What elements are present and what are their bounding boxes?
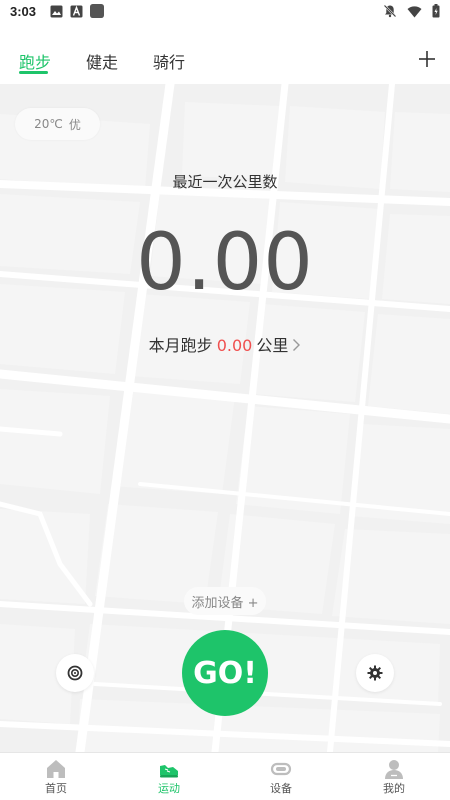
- tab-walking[interactable]: 健走: [86, 49, 118, 73]
- tab-cycling[interactable]: 骑行: [153, 49, 185, 73]
- font-icon: [70, 5, 83, 17]
- nav-mine[interactable]: 我的: [364, 755, 424, 799]
- monthly-distance-value: 0.00: [216, 336, 253, 355]
- recent-distance-label: 最近一次公里数: [172, 173, 278, 191]
- nav-sport-label: 运动: [158, 782, 180, 795]
- sport-type-tabs: 跑步 健走 骑行: [0, 24, 450, 84]
- user-icon: [385, 760, 403, 779]
- plus-icon[interactable]: [418, 50, 436, 68]
- monthly-distance-unit: 公里: [256, 336, 289, 355]
- target-icon: [67, 665, 83, 681]
- tab-running[interactable]: 跑步: [19, 49, 51, 73]
- target-button[interactable]: [56, 654, 94, 692]
- nav-sport[interactable]: 运动: [139, 755, 199, 799]
- nav-mine-label: 我的: [383, 782, 405, 795]
- nav-home[interactable]: 首页: [26, 755, 86, 799]
- wifi-icon: [407, 5, 422, 17]
- settings-button[interactable]: [356, 654, 394, 692]
- home-icon: [47, 760, 65, 778]
- status-bar: 3:03: [0, 0, 450, 24]
- weather-chip: 20℃ 优: [15, 108, 100, 140]
- recent-distance-value: 0.00: [136, 218, 314, 308]
- nav-device[interactable]: 设备: [251, 755, 311, 799]
- gear-icon: [367, 665, 383, 681]
- status-time: 3:03: [10, 4, 37, 19]
- monthly-running-link[interactable]: 本月跑步 0.00 公里: [0, 332, 450, 356]
- bottom-navigation: 首页 运动 设备 我的: [0, 752, 450, 800]
- app-square-icon: [90, 4, 104, 18]
- band-icon: [270, 762, 292, 776]
- image-icon: [50, 5, 63, 17]
- battery-icon: [432, 4, 440, 18]
- nav-device-label: 设备: [270, 782, 292, 795]
- sneaker-icon: [160, 765, 178, 778]
- air-quality: 优: [68, 117, 81, 132]
- active-tab-indicator: [19, 71, 48, 74]
- nav-home-label: 首页: [45, 782, 67, 795]
- chevron-right-icon: [293, 339, 301, 351]
- monthly-running-label: 本月跑步: [148, 336, 213, 355]
- add-device-button[interactable]: 添加设备 +: [184, 587, 266, 615]
- notifications-off-icon: [383, 4, 397, 18]
- go-button[interactable]: GO!: [182, 630, 268, 716]
- weather-temp: 20℃: [34, 117, 63, 131]
